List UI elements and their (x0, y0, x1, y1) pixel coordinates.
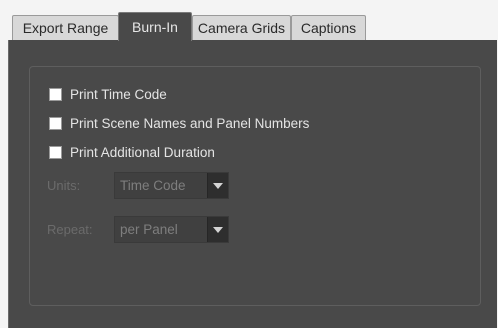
print-scene-names-label: Print Scene Names and Panel Numbers (70, 115, 310, 131)
units-dropdown[interactable]: Time Code (114, 172, 229, 199)
units-label: Units: (47, 178, 81, 193)
print-additional-duration-option[interactable]: Print Additional Duration (49, 143, 215, 161)
print-time-code-checkbox[interactable] (49, 87, 62, 101)
repeat-value: per Panel (120, 222, 178, 237)
print-time-code-option[interactable]: Print Time Code (49, 85, 167, 103)
units-value: Time Code (120, 178, 186, 193)
tab-captions[interactable]: Captions (291, 15, 366, 40)
chevron-down-icon[interactable] (207, 217, 228, 242)
print-additional-duration-label: Print Additional Duration (70, 144, 215, 160)
tab-bar: Export Range Burn-In Camera Grids Captio… (12, 12, 498, 41)
repeat-label: Repeat: (47, 222, 93, 237)
repeat-dropdown[interactable]: per Panel (114, 216, 229, 243)
tab-export-range[interactable]: Export Range (12, 15, 119, 40)
print-time-code-label: Print Time Code (70, 86, 167, 102)
print-additional-duration-checkbox[interactable] (49, 145, 62, 159)
tab-camera-grids[interactable]: Camera Grids (192, 15, 291, 40)
print-scene-names-checkbox[interactable] (49, 116, 62, 130)
chevron-down-icon[interactable] (207, 173, 228, 198)
print-scene-names-option[interactable]: Print Scene Names and Panel Numbers (49, 114, 309, 132)
tab-burn-in[interactable]: Burn-In (118, 12, 192, 41)
